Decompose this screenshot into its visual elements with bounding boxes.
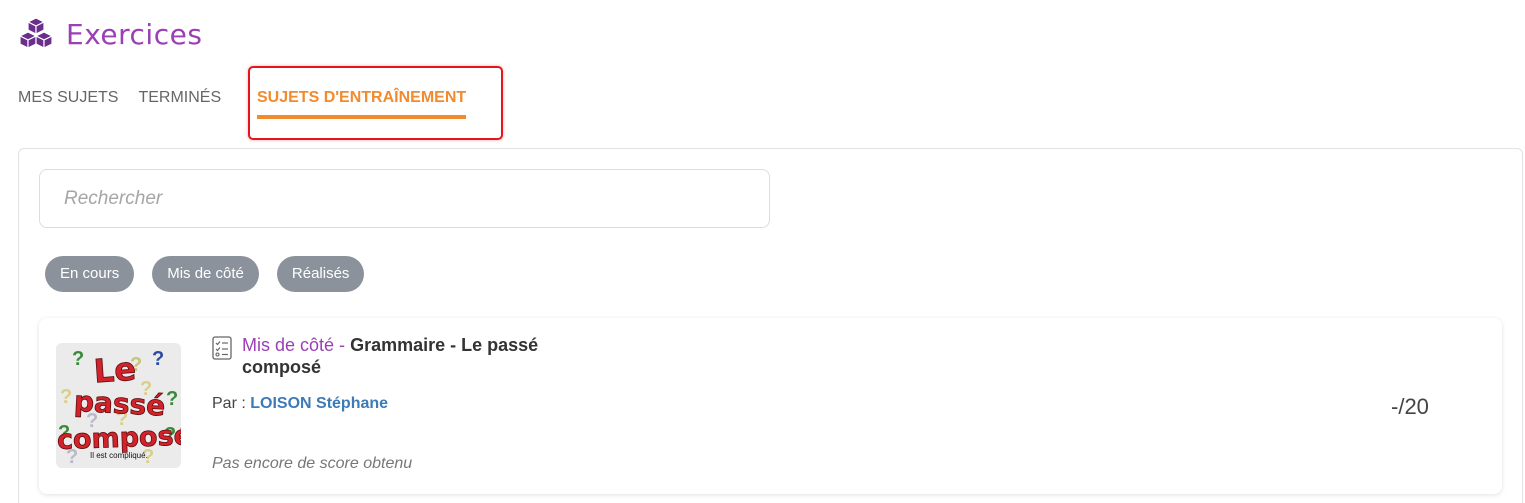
thumb-question-mark: ? xyxy=(60,386,72,408)
header: Exercices xyxy=(18,14,202,54)
page-title: Exercices xyxy=(66,17,203,51)
thumb-question-mark: ? xyxy=(72,348,84,370)
page: Exercices MES SUJETS TERMINÉS SUJETS D'E… xyxy=(0,0,1525,503)
thumb-question-mark: ? xyxy=(152,348,164,370)
checklist-icon xyxy=(212,336,232,360)
tab-sujets-entrainement[interactable]: SUJETS D'ENTRAÎNEMENT xyxy=(257,82,467,119)
thumbnail-image: ? ? ? ? ? ? ? ? ? ? ? ? Le passé composé… xyxy=(56,343,181,468)
cubes-icon xyxy=(19,17,53,49)
filter-mis-de-cote[interactable]: Mis de côté xyxy=(152,256,259,292)
exercise-panel: En cours Mis de côté Réalisés ? ? ? ? ? … xyxy=(18,148,1523,503)
search-input[interactable] xyxy=(62,186,769,211)
active-tab-underline xyxy=(257,115,467,119)
filter-chips: En cours Mis de côté Réalisés xyxy=(45,256,365,292)
exercise-author-line: Par : LOISON Stéphane xyxy=(212,395,388,413)
tab-mes-sujets[interactable]: MES SUJETS xyxy=(18,82,118,107)
exercise-title[interactable]: Mis de côté - Grammaire - Le passé compo… xyxy=(242,334,587,378)
author-link[interactable]: LOISON Stéphane xyxy=(250,395,388,412)
thumb-text-passe: passé xyxy=(73,385,166,423)
thumb-caption: Il est compliqué. xyxy=(90,451,148,460)
score-note: Pas encore de score obtenu xyxy=(212,455,413,472)
exercise-score: -/20 xyxy=(1391,394,1429,419)
tab-sujets-entrainement-label: SUJETS D'ENTRAÎNEMENT xyxy=(257,89,467,106)
author-prefix: Par : xyxy=(212,395,246,412)
tab-termines[interactable]: TERMINÉS xyxy=(138,82,221,107)
exercise-status: Mis de côté - xyxy=(242,335,346,355)
search-box xyxy=(39,169,770,228)
thumb-text-le: Le xyxy=(93,350,138,391)
thumb-question-mark: ? xyxy=(166,388,178,410)
exercise-card[interactable]: ? ? ? ? ? ? ? ? ? ? ? ? Le passé composé… xyxy=(39,318,1502,494)
exercise-thumbnail[interactable]: ? ? ? ? ? ? ? ? ? ? ? ? Le passé composé… xyxy=(56,343,181,468)
filter-realises[interactable]: Réalisés xyxy=(276,256,365,292)
tab-bar: MES SUJETS TERMINÉS SUJETS D'ENTRAÎNEMEN… xyxy=(18,66,503,140)
filter-en-cours[interactable]: En cours xyxy=(45,256,135,292)
